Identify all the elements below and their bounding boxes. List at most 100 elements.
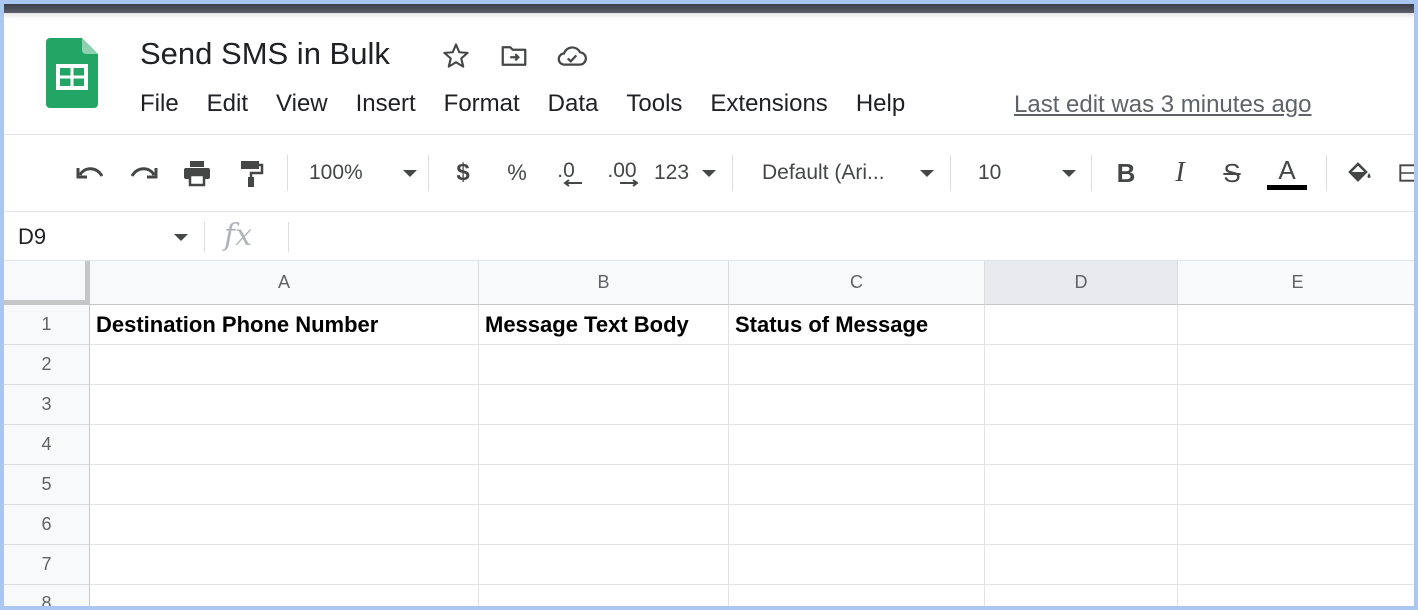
cell[interactable] (729, 345, 985, 385)
column-header-e[interactable]: E (1178, 261, 1414, 305)
document-title[interactable]: Send SMS in Bulk (140, 36, 390, 72)
column-header-b[interactable]: B (479, 261, 729, 305)
star-icon[interactable] (438, 38, 474, 74)
cell[interactable] (1178, 385, 1414, 425)
cell[interactable] (479, 465, 729, 505)
paint-format-icon[interactable] (231, 153, 271, 193)
cell[interactable] (1178, 345, 1414, 385)
toolbar-separator (950, 155, 951, 191)
chevron-down-icon (1062, 169, 1076, 177)
cell[interactable] (90, 425, 479, 465)
toolbar-separator (287, 155, 288, 191)
chevron-down-icon (702, 169, 716, 177)
column-header-d[interactable]: D (985, 261, 1178, 305)
row-header[interactable]: 2 (4, 345, 90, 385)
last-edit-link[interactable]: Last edit was 3 minutes ago (1014, 91, 1312, 119)
undo-icon[interactable] (70, 153, 110, 193)
more-formats-dropdown[interactable]: 123 (654, 153, 716, 193)
menu-help[interactable]: Help (856, 90, 905, 118)
cell[interactable] (90, 385, 479, 425)
cell[interactable] (729, 465, 985, 505)
cell[interactable] (729, 585, 985, 606)
column-header-a[interactable]: A (90, 261, 479, 305)
cell[interactable] (729, 545, 985, 585)
title-actions (438, 38, 590, 74)
menu-view[interactable]: View (276, 90, 328, 118)
cell[interactable] (479, 545, 729, 585)
row-header[interactable]: 5 (4, 465, 90, 505)
sheets-logo-icon[interactable] (46, 38, 98, 108)
cell-b1[interactable]: Message Text Body (479, 305, 729, 345)
cell[interactable] (985, 425, 1178, 465)
cell[interactable] (90, 585, 479, 606)
row-header[interactable]: 8 (4, 585, 90, 606)
cell-e1[interactable] (1178, 305, 1414, 345)
cell[interactable] (90, 545, 479, 585)
decrease-decimal-button[interactable]: .0 (546, 153, 586, 193)
number-format-label: 123 (654, 161, 690, 184)
italic-button[interactable]: I (1162, 153, 1198, 193)
bold-button[interactable]: B (1108, 153, 1144, 193)
font-family-dropdown[interactable]: Default (Ari... (762, 153, 934, 193)
cell[interactable] (1178, 465, 1414, 505)
cell[interactable] (1178, 425, 1414, 465)
currency-format-button[interactable]: $ (446, 153, 480, 193)
move-to-folder-icon[interactable] (496, 38, 532, 74)
row-header[interactable]: 7 (4, 545, 90, 585)
menu-insert[interactable]: Insert (356, 90, 416, 118)
row-header[interactable]: 1 (4, 305, 90, 345)
cell[interactable] (90, 345, 479, 385)
fx-icon: fx (224, 218, 253, 253)
fill-color-icon[interactable] (1340, 153, 1380, 193)
name-box[interactable]: D9 (18, 224, 46, 250)
percent-format-button[interactable]: % (500, 153, 534, 193)
cell[interactable] (479, 385, 729, 425)
cell[interactable] (985, 505, 1178, 545)
menu-format[interactable]: Format (444, 90, 520, 118)
menu-edit[interactable]: Edit (207, 90, 248, 118)
font-size-dropdown[interactable]: 10 (978, 153, 1076, 193)
cell-d1[interactable] (985, 305, 1178, 345)
cell[interactable] (985, 385, 1178, 425)
formula-input[interactable] (300, 224, 1404, 252)
toolbar-separator (428, 155, 429, 191)
cell[interactable] (1178, 545, 1414, 585)
row-header[interactable]: 3 (4, 385, 90, 425)
column-header-c[interactable]: C (729, 261, 985, 305)
strikethrough-button[interactable]: S (1214, 153, 1250, 193)
menu-extensions[interactable]: Extensions (710, 90, 827, 118)
text-color-button[interactable]: A (1266, 153, 1308, 193)
cell[interactable] (985, 585, 1178, 606)
cell[interactable] (985, 465, 1178, 505)
cell[interactable] (479, 345, 729, 385)
chevron-down-icon[interactable] (174, 234, 188, 241)
cell[interactable] (985, 545, 1178, 585)
cell[interactable] (90, 505, 479, 545)
cell[interactable] (479, 585, 729, 606)
row-header[interactable]: 4 (4, 425, 90, 465)
cell[interactable] (479, 505, 729, 545)
print-icon[interactable] (177, 153, 217, 193)
toolbar-separator (1091, 155, 1092, 191)
cell[interactable] (479, 425, 729, 465)
menu-tools[interactable]: Tools (626, 90, 682, 118)
cell-a1[interactable]: Destination Phone Number (90, 305, 479, 345)
select-all-corner[interactable] (4, 261, 90, 305)
cell[interactable] (729, 505, 985, 545)
percent-label: % (507, 160, 527, 185)
row-header[interactable]: 6 (4, 505, 90, 545)
cell[interactable] (1178, 585, 1414, 606)
cell[interactable] (729, 425, 985, 465)
borders-icon[interactable] (1398, 153, 1414, 193)
menu-file[interactable]: File (140, 90, 179, 118)
cell[interactable] (985, 345, 1178, 385)
redo-icon[interactable] (124, 153, 164, 193)
cell[interactable] (729, 385, 985, 425)
increase-decimal-button[interactable]: .00 (600, 153, 644, 193)
cell[interactable] (1178, 505, 1414, 545)
cell[interactable] (90, 465, 479, 505)
cloud-saved-icon[interactable] (554, 38, 590, 74)
zoom-dropdown[interactable]: 100% (309, 153, 417, 193)
cell-c1[interactable]: Status of Message (729, 305, 985, 345)
menu-data[interactable]: Data (548, 90, 599, 118)
